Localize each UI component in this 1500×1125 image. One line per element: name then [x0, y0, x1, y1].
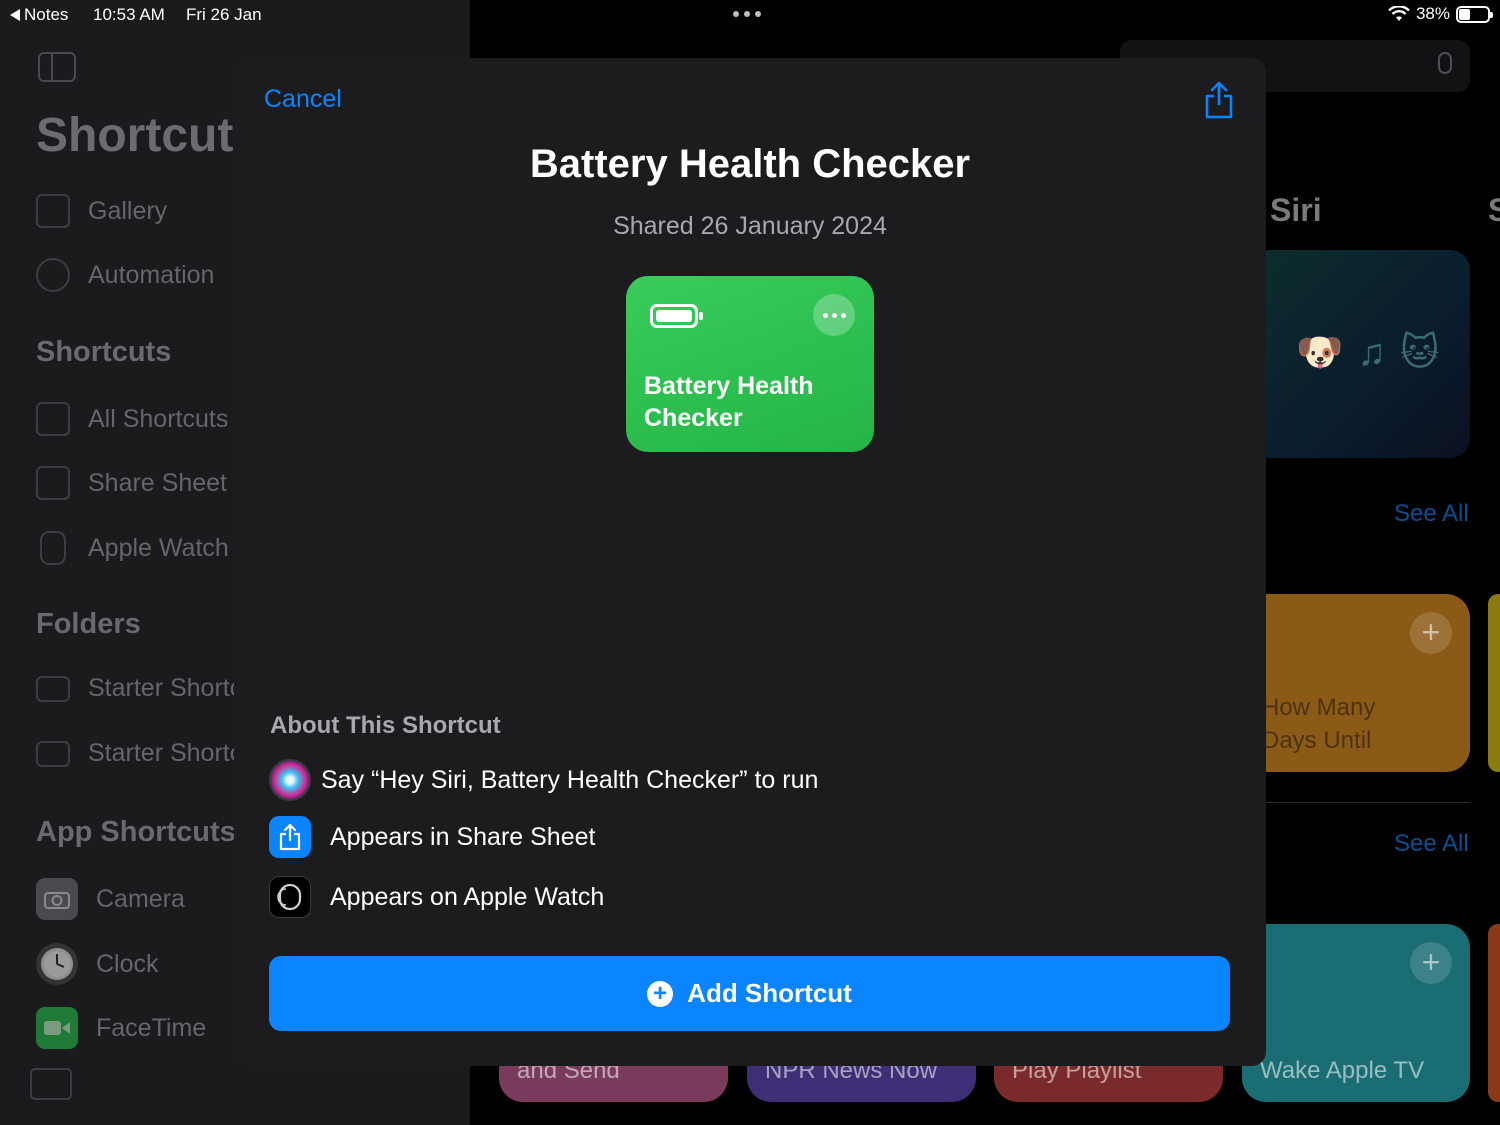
watch-icon [40, 531, 66, 565]
share-icon[interactable] [1204, 80, 1234, 120]
add-tile-plus-icon[interactable]: + [1410, 612, 1452, 654]
about-item-apple-watch: Appears on Apple Watch [269, 876, 604, 918]
cancel-button[interactable]: Cancel [264, 85, 342, 114]
shortcut-card[interactable]: Battery Health Checker [626, 276, 874, 452]
clock-icon [36, 943, 78, 985]
camera-icon [36, 878, 78, 920]
see-all-link[interactable]: See All [1394, 500, 1469, 528]
sidebar-item-label: Clock [96, 949, 159, 978]
status-bar: Notes 10:53 AM Fri 26 Jan 38% [0, 0, 1500, 30]
microphone-icon[interactable] [1438, 52, 1452, 74]
stack-icon [36, 402, 70, 436]
back-to-notes[interactable]: Notes [10, 5, 68, 25]
watch-icon [269, 876, 311, 918]
sidebar-item-label: Automation [88, 260, 215, 289]
sidebar-item-clock[interactable]: Clock [36, 943, 159, 985]
share-icon [36, 466, 70, 500]
sidebar-item-label: Gallery [88, 196, 168, 225]
more-options-icon[interactable] [813, 294, 855, 336]
sidebar-title: Shortcut [36, 109, 234, 162]
plus-circle-icon: + [647, 980, 674, 1007]
back-app-label: Notes [24, 5, 69, 24]
about-heading: About This Shortcut [270, 712, 501, 739]
sidebar-item-label: Starter Shortc [88, 674, 243, 702]
sidebar-item-gallery[interactable]: Gallery [36, 194, 167, 228]
folder-icon [36, 740, 70, 767]
shortcut-title: Battery Health Checker [529, 142, 971, 186]
sidebar-item-label: FaceTime [96, 1013, 207, 1042]
battery-icon [650, 304, 703, 328]
sidebar-item-label: All Shortcuts [88, 404, 229, 433]
siri-section-heading: Siri [1270, 192, 1322, 228]
about-item-text: Say “Hey Siri, Battery Health Checker” t… [321, 765, 819, 794]
gallery-icon [36, 194, 70, 228]
folders-heading: Folders [36, 608, 141, 640]
shared-date: Shared 26 January 2024 [613, 212, 887, 240]
back-arrow-icon [10, 9, 20, 21]
add-tile-plus-icon[interactable]: + [1410, 942, 1452, 984]
app-shortcuts-heading: App Shortcuts [36, 816, 236, 848]
multitasking-dots-icon[interactable] [733, 11, 761, 17]
section-heading-clipped: S [1488, 192, 1500, 228]
tile-label: Wake Apple TV [1260, 1057, 1425, 1084]
sidebar-item-folder[interactable]: Starter Shortc [36, 674, 242, 703]
battery-icon [1456, 5, 1493, 23]
sidebar-item-share-sheet[interactable]: Share Sheet [36, 466, 227, 500]
sidebar-item-all-shortcuts[interactable]: All Shortcuts [36, 402, 228, 436]
siri-icon [269, 759, 311, 801]
about-item-text: Appears in Share Sheet [330, 822, 596, 851]
wifi-icon [1388, 6, 1410, 21]
about-item-share-sheet: Appears in Share Sheet [269, 816, 595, 858]
add-shortcut-button[interactable]: + Add Shortcut [269, 956, 1230, 1031]
battery-percent: 38% [1415, 4, 1450, 23]
tile-label: How Many Days Until [1262, 694, 1376, 754]
sidebar-item-label: Share Sheet [88, 468, 227, 497]
sidebar-item-label: Camera [96, 884, 185, 913]
shortcut-card-name: Battery Health Checker [644, 372, 814, 432]
status-date: Fri 26 Jan [186, 5, 262, 24]
sidebar-item-automation[interactable]: Automation [36, 258, 214, 292]
automation-clock-icon [36, 258, 70, 292]
status-time: 10:53 AM [93, 5, 165, 24]
folder-icon [36, 675, 70, 702]
shortcut-tile-clipped[interactable] [1488, 594, 1500, 772]
section-divider [1266, 802, 1470, 803]
about-item-siri: Say “Hey Siri, Battery Health Checker” t… [269, 759, 818, 801]
sidebar-item-label: Starter Shortc [88, 739, 243, 767]
add-shortcut-label: Add Shortcut [687, 978, 852, 1008]
facetime-icon [36, 1007, 78, 1049]
about-item-text: Appears on Apple Watch [330, 882, 605, 911]
see-all-link[interactable]: See All [1394, 830, 1469, 858]
add-shortcut-sheet: Cancel Battery Health Checker Shared 26 … [234, 58, 1266, 1066]
sidebar-item-label: Apple Watch [88, 533, 229, 562]
sidebar-item-apple-watch[interactable]: Apple Watch [36, 531, 229, 565]
sidebar-item-facetime[interactable]: FaceTime [36, 1007, 206, 1049]
shortcuts-heading: Shortcuts [36, 336, 172, 368]
sidebar-item-folder[interactable]: Starter Shortc [36, 739, 242, 768]
siri-suggestion-icons: 🐶♫🐱 [1296, 332, 1454, 374]
sidebar-toggle-icon[interactable] [38, 52, 76, 82]
new-folder-icon[interactable] [30, 1068, 72, 1100]
shortcut-tile-clipped[interactable] [1488, 924, 1500, 1102]
share-icon [269, 816, 311, 858]
sidebar-item-camera[interactable]: Camera [36, 878, 185, 920]
